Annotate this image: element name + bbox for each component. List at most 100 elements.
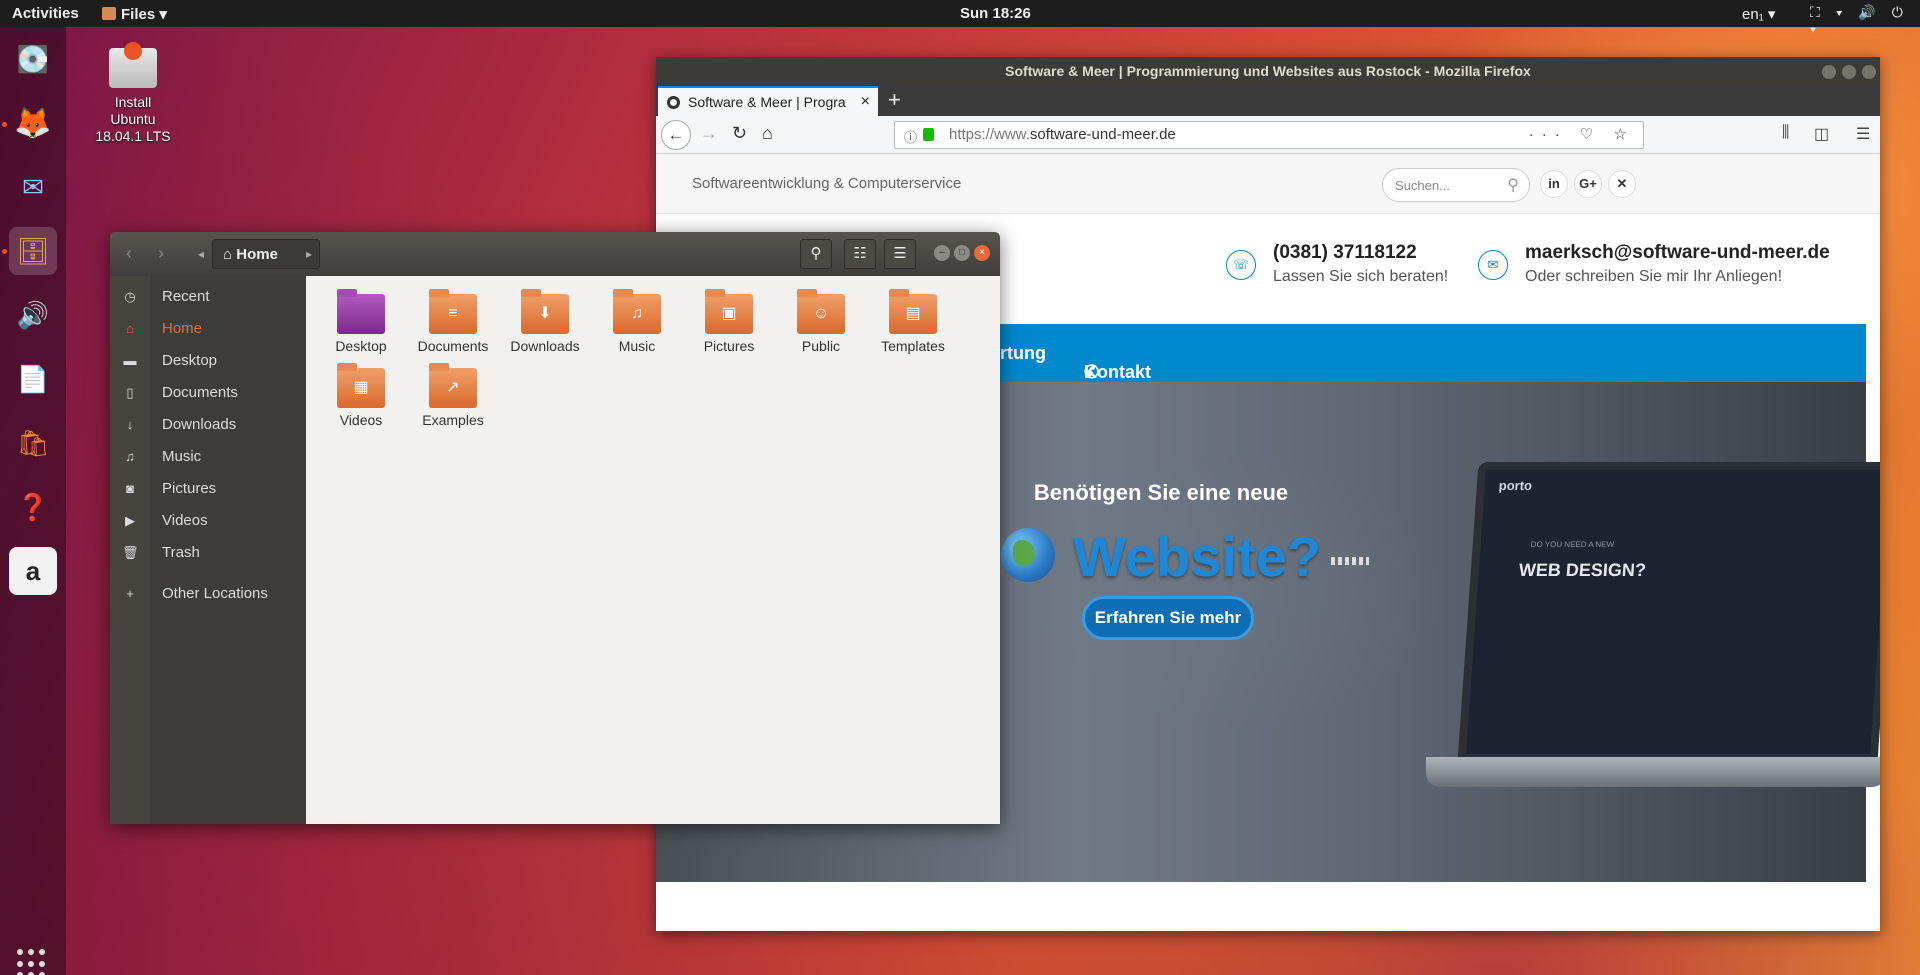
maximize-icon[interactable]: □ [954,245,970,261]
folder-label: Pictures [703,338,755,354]
sidebar-item-pictures[interactable]: ◙ Pictures [110,473,306,505]
search-button[interactable]: ⚲ [800,239,832,269]
public-folder-icon: ☺ [797,289,845,334]
library-icon[interactable]: ⫼ [1782,124,1789,142]
language-indicator[interactable]: en₁ ▾ [1742,5,1775,23]
examples-link-icon: ↗ [429,363,477,408]
learn-more-button[interactable]: Erfahren Sie mehr [1082,596,1254,640]
path-label: Home [236,246,278,263]
reload-button[interactable]: ↻ [732,123,747,144]
phone-subtext: Lassen Sie sich beraten! [1273,268,1449,285]
files-dock-icon[interactable]: 🗄 [9,227,57,275]
close-tab-icon[interactable]: × [861,93,870,111]
sidebar-item-music[interactable]: ♫ Music [110,441,306,473]
menu-icon[interactable]: ☰ [1856,124,1870,144]
pictures-folder-icon: ▣ [705,289,753,334]
site-tagline: Softwareentwicklung & Computerservice [692,175,962,192]
xing-icon[interactable]: ✕ [1608,170,1636,198]
site-search-input[interactable]: Suchen... ⚲ [1382,168,1530,202]
folder-videos[interactable]: ▦ Videos [316,363,406,428]
minimize-icon[interactable]: – [934,245,950,261]
camera-icon: ◙ [126,481,134,496]
laptop-image: porto DO YOU NEED A NEW WEB DESIGN? [1457,462,1880,762]
firefox-titlebar[interactable]: Software & Meer | Programmierung und Web… [656,57,1880,86]
folder-desktop[interactable]: Desktop [316,289,406,354]
folder-documents[interactable]: ≡ Documents [408,289,498,354]
path-left-arrow-icon[interactable]: ◂ [198,247,204,261]
system-tray[interactable]: ⛶ ▾ 🔊 ⏻ ▾ [1810,4,1920,38]
desktop-folder-icon [337,289,385,334]
url-bar[interactable]: ⓘ https://www.software-und-meer.de ··· ♡… [894,121,1644,149]
view-toggle-button[interactable]: ☷ [844,239,876,269]
document-icon: ▯ [126,385,134,400]
sidebar-item-trash[interactable]: 🗑 Trash [110,537,306,569]
tab-title: Software & Meer | Progra [688,94,846,110]
installer-icon [109,42,157,88]
downloads-folder-icon: ⬇ [521,289,569,334]
browser-tab[interactable]: Software & Meer | Progra × [658,86,878,116]
info-icon[interactable]: ⓘ [904,127,917,146]
running-indicator [2,249,7,254]
new-tab-button[interactable]: + [888,87,901,113]
folder-pictures[interactable]: ▣ Pictures [684,289,774,354]
back-icon[interactable]: ‹ [126,243,132,264]
email-address: maerksch@software-und-meer.de [1525,242,1830,263]
sidebar-icon[interactable]: ◫ [1814,124,1829,144]
install-ubuntu-desktop-icon[interactable]: Install Ubuntu 18.04.1 LTS [86,42,180,145]
files-app-icon [102,7,116,20]
folder-label: Documents [417,338,489,354]
lock-icon [923,128,934,141]
url-domain: software-und-meer.de [1029,126,1176,143]
page-actions-icon[interactable]: ··· ♡ ☆ [1529,125,1635,143]
sidebar-item-downloads[interactable]: ↓ Downloads [110,409,306,441]
googleplus-icon[interactable]: G+ [1574,170,1602,198]
sidebar-item-home[interactable]: ⌂ Home [110,313,306,345]
video-icon: ▶ [125,513,135,528]
path-bar-home[interactable]: ⌂ Home [212,239,320,269]
sidebar-item-label: Other Locations [162,585,268,602]
desktop-icon-line1: Install [114,94,152,110]
folder-downloads[interactable]: ⬇ Downloads [500,289,590,354]
close-icon[interactable]: × [974,245,990,261]
app-menu-button[interactable]: Files ▾ [102,5,167,23]
firefox-dock-icon[interactable]: 🦊 [9,99,57,147]
linkedin-icon[interactable]: in [1540,170,1568,198]
software-center-dock-icon[interactable]: 🛍 [9,419,57,467]
folder-templates[interactable]: ▤ Templates [868,289,958,354]
folder-public[interactable]: ☺ Public [776,289,866,354]
sidebar-item-other-locations[interactable]: + Other Locations [110,578,306,610]
music-icon: ♫ [125,449,135,464]
clock[interactable]: Sun 18:26 [960,5,1031,22]
writer-dock-icon[interactable]: 📄 [9,355,57,403]
folder-music[interactable]: ♫ Music [592,289,682,354]
folder-examples[interactable]: ↗ Examples [408,363,498,428]
maximize-icon[interactable] [1842,65,1856,79]
amazon-dock-icon[interactable]: a [9,547,57,595]
close-icon[interactable] [1862,65,1876,79]
install-ubuntu-dock-icon[interactable]: 💽 [9,35,57,83]
minimize-icon[interactable] [1822,65,1836,79]
activities-button[interactable]: Activities [12,5,79,22]
contact-email[interactable]: maerksch@software-und-meer.de Oder schre… [1525,242,1830,286]
path-right-arrow-icon[interactable]: ▸ [306,247,312,261]
desktop-icon-line2: Ubuntu [110,111,156,127]
files-sidebar: ◷ Recent ⌂ Home ▬ Desktop ▯ Documents ↓ Downl… [110,276,306,824]
search-icon[interactable]: ⚲ [1507,175,1519,195]
sidebar-item-documents[interactable]: ▯ Documents [110,377,306,409]
folder-label: Templates [881,338,945,354]
rhythmbox-dock-icon[interactable]: 🔊 [9,291,57,339]
forward-icon[interactable]: › [158,243,164,264]
back-button[interactable]: ← [661,120,691,150]
thunderbird-dock-icon[interactable]: ✉ [9,163,57,211]
sidebar-item-videos[interactable]: ▶ Videos [110,505,306,537]
forward-button[interactable]: → [700,123,718,144]
help-dock-icon[interactable]: ❓ [9,483,57,531]
nav-wartung[interactable]: rtung [1000,343,1046,364]
sidebar-item-recent[interactable]: ◷ Recent [110,281,306,313]
home-button[interactable]: ⌂ [762,123,773,144]
sidebar-item-desktop[interactable]: ▬ Desktop [110,345,306,377]
contact-phone[interactable]: (0381) 37118122 Lassen Sie sich beraten! [1273,242,1448,286]
show-applications-icon[interactable] [17,949,47,975]
menu-button[interactable]: ☰ [884,239,916,269]
folder-label: Videos [339,412,383,428]
